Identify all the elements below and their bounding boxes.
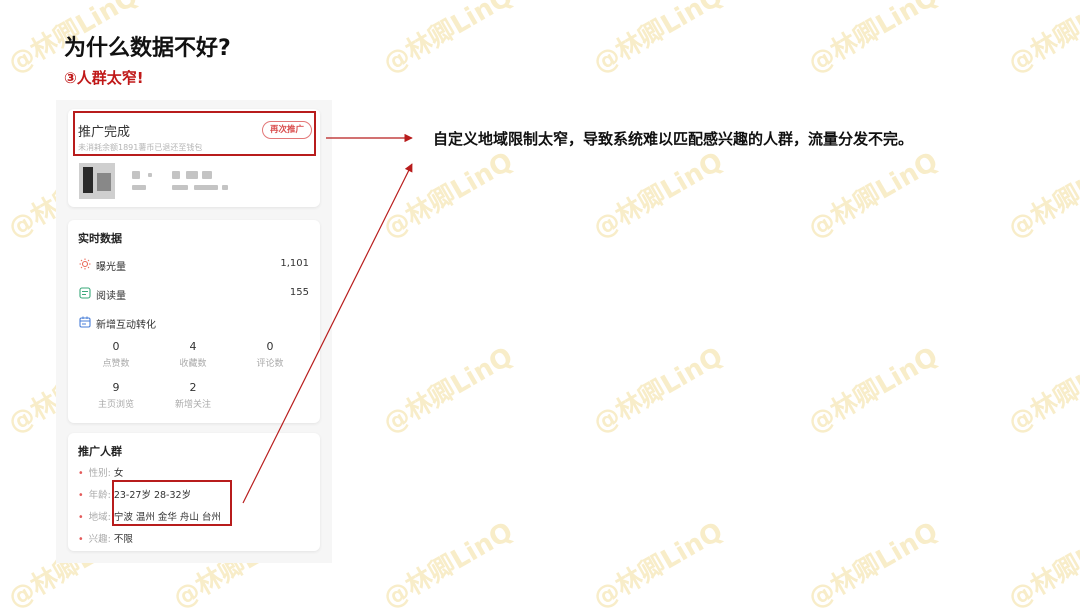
annotation-arrows bbox=[242, 133, 413, 504]
annotation-text: 自定义地域限制太窄，导致系统难以匹配感兴趣的人群，流量分发不完。 bbox=[433, 130, 914, 148]
arrow-diagonal bbox=[242, 163, 413, 504]
